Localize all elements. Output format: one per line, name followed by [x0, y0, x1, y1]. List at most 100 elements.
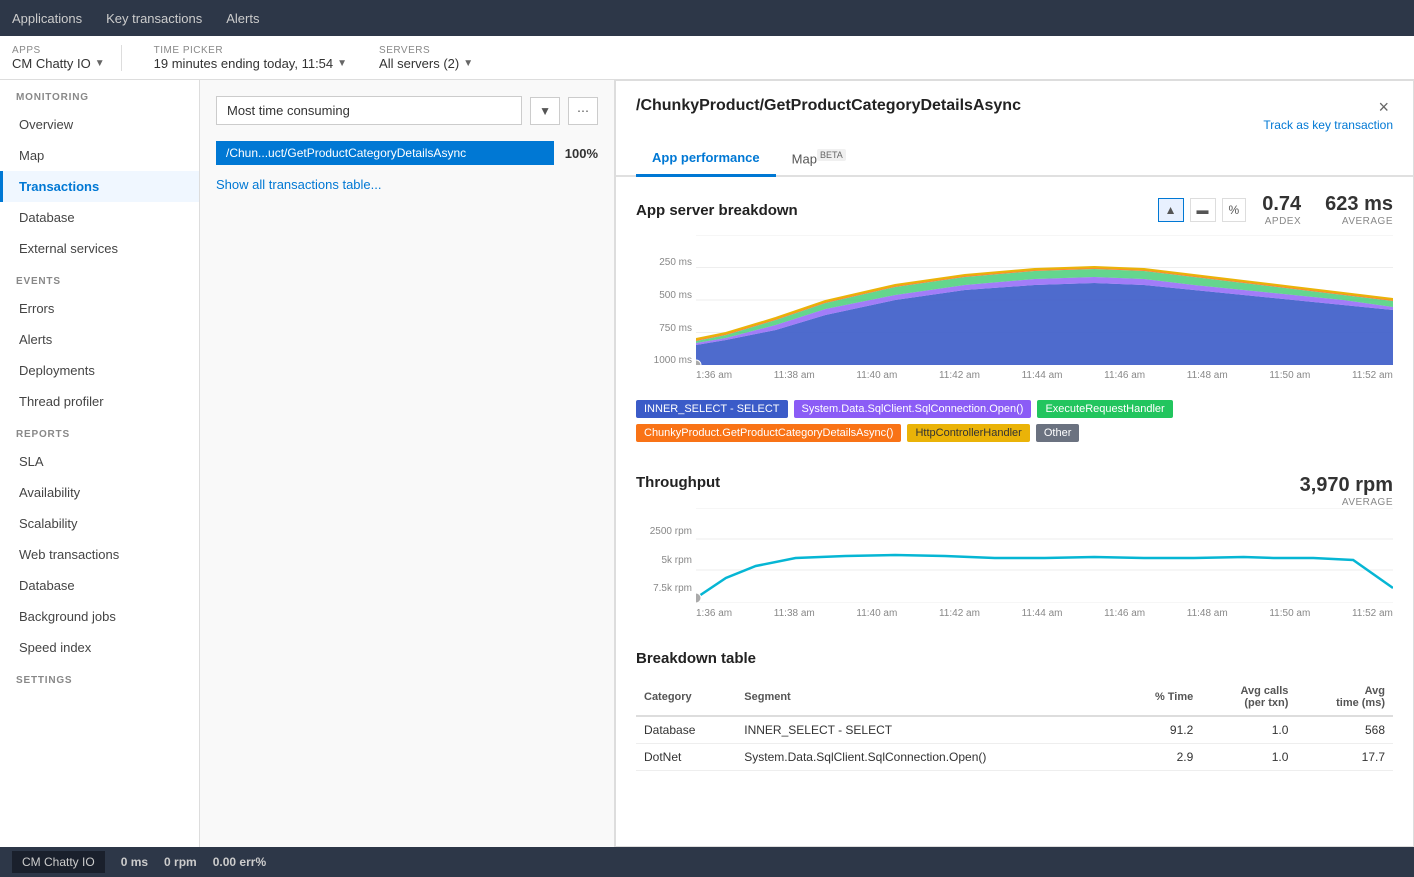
- sidebar-item-sla[interactable]: SLA: [0, 446, 199, 477]
- col-avg-time: Avgtime (ms): [1296, 679, 1393, 716]
- servers-selector[interactable]: SERVERS All servers (2) ▼: [379, 45, 473, 71]
- beta-badge: BETA: [817, 149, 846, 161]
- throughput-title-row: Throughput 3,970 rpm AVERAGE: [636, 474, 1393, 508]
- status-app-name: CM Chatty IO: [12, 851, 105, 873]
- app-server-breakdown-section: App server breakdown ▲ ▬ % 0.74 APDEX: [616, 177, 1413, 458]
- apdex-stat: 0.74 APDEX: [1262, 193, 1301, 227]
- transaction-pct: 100%: [562, 146, 598, 161]
- show-all-transactions-link[interactable]: Show all transactions table...: [216, 177, 381, 192]
- chart-controls: ▲ ▬ %: [1158, 198, 1247, 222]
- throughput-stat: 3,970 rpm AVERAGE: [1300, 474, 1393, 508]
- detail-header: /ChunkyProduct/GetProductCategoryDetails…: [616, 81, 1413, 132]
- sub-header: APPS CM Chatty IO ▼ TIME PICKER 19 minut…: [0, 36, 1414, 80]
- content-area: Most time consuming ▼ ⋯ /Chun...uct/GetP…: [200, 80, 1414, 847]
- apps-value[interactable]: CM Chatty IO ▼: [12, 56, 105, 71]
- col-pct-time: % Time: [1120, 679, 1201, 716]
- main-layout: MONITORING Overview Map Transactions Dat…: [0, 80, 1414, 847]
- sidebar-item-external-services[interactable]: External services: [0, 233, 199, 264]
- legend-http-controller[interactable]: HttpControllerHandler: [907, 424, 1029, 442]
- sidebar: MONITORING Overview Map Transactions Dat…: [0, 80, 200, 847]
- cell-segment: INNER_SELECT - SELECT: [736, 716, 1120, 744]
- sidebar-item-deployments[interactable]: Deployments: [0, 355, 199, 386]
- servers-arrow-icon: ▼: [463, 58, 473, 69]
- breakdown-table-section: Breakdown table Category Segment % Time …: [616, 634, 1413, 787]
- apps-selector[interactable]: APPS CM Chatty IO ▼: [12, 45, 122, 71]
- reports-section-label: REPORTS: [0, 417, 199, 446]
- throughput-chart: 7.5k rpm 5k rpm 2500 rpm: [636, 508, 1393, 618]
- breakdown-title: App server breakdown: [636, 202, 798, 219]
- tab-map[interactable]: MapBETA: [776, 142, 862, 177]
- timepicker-label: TIME PICKER: [154, 45, 347, 56]
- table-row: DotNet System.Data.SqlClient.SqlConnecti…: [636, 744, 1393, 771]
- sidebar-item-errors[interactable]: Errors: [0, 293, 199, 324]
- filter-select[interactable]: Most time consuming: [216, 96, 522, 125]
- cell-time: 568: [1296, 716, 1393, 744]
- throughput-section: Throughput 3,970 rpm AVERAGE 7.5k rpm 5k…: [616, 458, 1413, 634]
- throughput-chart-svg: 1:36 am 11:38 am 11:40 am 11:42 am 11:44…: [696, 508, 1393, 618]
- track-as-key-transaction-link[interactable]: Track as key transaction: [1263, 118, 1393, 132]
- sidebar-item-speed-index[interactable]: Speed index: [0, 632, 199, 663]
- cell-time: 17.7: [1296, 744, 1393, 771]
- chart-bar-btn[interactable]: ▬: [1190, 198, 1216, 222]
- detail-title: /ChunkyProduct/GetProductCategoryDetails…: [636, 97, 1021, 115]
- transaction-list-panel: Most time consuming ▼ ⋯ /Chun...uct/GetP…: [200, 80, 615, 847]
- sidebar-item-web-transactions[interactable]: Web transactions: [0, 539, 199, 570]
- status-metric-rpm: 0 rpm: [164, 855, 197, 869]
- status-bar: CM Chatty IO 0 ms 0 rpm 0.00 err%: [0, 847, 1414, 877]
- apps-arrow-icon: ▼: [95, 58, 105, 69]
- apps-label: APPS: [12, 45, 105, 56]
- legend-inner-select[interactable]: INNER_SELECT - SELECT: [636, 400, 788, 418]
- timepicker-selector[interactable]: TIME PICKER 19 minutes ending today, 11:…: [154, 45, 347, 71]
- detail-tabs: App performance MapBETA: [616, 142, 1413, 177]
- transaction-item[interactable]: /Chun...uct/GetProductCategoryDetailsAsy…: [216, 141, 598, 165]
- sidebar-item-scalability[interactable]: Scalability: [0, 508, 199, 539]
- breakdown-stats: 0.74 APDEX 623 ms AVERAGE: [1262, 193, 1393, 227]
- servers-label: SERVERS: [379, 45, 473, 56]
- nav-key-transactions[interactable]: Key transactions: [106, 7, 202, 30]
- avg-stat: 623 ms AVERAGE: [1325, 193, 1393, 227]
- timepicker-value[interactable]: 19 minutes ending today, 11:54 ▼: [154, 56, 347, 71]
- throughput-title: Throughput: [636, 474, 720, 491]
- filter-chevron-btn[interactable]: ▼: [530, 97, 560, 125]
- sidebar-item-overview[interactable]: Overview: [0, 109, 199, 140]
- sidebar-item-background-jobs[interactable]: Background jobs: [0, 601, 199, 632]
- sidebar-item-database-report[interactable]: Database: [0, 570, 199, 601]
- close-button[interactable]: ×: [1374, 97, 1393, 118]
- breakdown-chart: 1000 ms 750 ms 500 ms 250 ms: [636, 235, 1393, 390]
- monitoring-section-label: MONITORING: [0, 80, 199, 109]
- filter-options-btn[interactable]: ⋯: [568, 97, 598, 125]
- settings-section-label: SETTINGS: [0, 663, 199, 692]
- breakdown-title-row: App server breakdown ▲ ▬ % 0.74 APDEX: [636, 193, 1393, 227]
- table-header-row: Category Segment % Time Avg calls(per tx…: [636, 679, 1393, 716]
- legend-chunky-product[interactable]: ChunkyProduct.GetProductCategoryDetailsA…: [636, 424, 901, 442]
- detail-panel: /ChunkyProduct/GetProductCategoryDetails…: [615, 80, 1414, 847]
- cell-category: Database: [636, 716, 736, 744]
- servers-value[interactable]: All servers (2) ▼: [379, 56, 473, 71]
- col-avg-calls: Avg calls(per txn): [1201, 679, 1296, 716]
- legend-other[interactable]: Other: [1036, 424, 1080, 442]
- sidebar-item-thread-profiler[interactable]: Thread profiler: [0, 386, 199, 417]
- sidebar-item-availability[interactable]: Availability: [0, 477, 199, 508]
- breakdown-y-axis: 1000 ms 750 ms 500 ms 250 ms: [636, 235, 696, 366]
- throughput-y-axis: 7.5k rpm 5k rpm 2500 rpm: [636, 508, 696, 594]
- sidebar-item-alerts[interactable]: Alerts: [0, 324, 199, 355]
- breakdown-chart-svg: 1:36 am 11:38 am 11:40 am 11:42 am 11:44…: [696, 235, 1393, 390]
- nav-alerts[interactable]: Alerts: [226, 7, 259, 30]
- tab-app-performance[interactable]: App performance: [636, 142, 776, 177]
- legend-execute-request[interactable]: ExecuteRequestHandler: [1037, 400, 1172, 418]
- events-section-label: EVENTS: [0, 264, 199, 293]
- cell-calls: 1.0: [1201, 744, 1296, 771]
- sidebar-item-map[interactable]: Map: [0, 140, 199, 171]
- nav-applications[interactable]: Applications: [12, 7, 82, 30]
- status-metric-err: 0.00 err%: [213, 855, 266, 869]
- timepicker-arrow-icon: ▼: [337, 58, 347, 69]
- table-row: Database INNER_SELECT - SELECT 91.2 1.0 …: [636, 716, 1393, 744]
- sidebar-item-database[interactable]: Database: [0, 202, 199, 233]
- breakdown-table-title: Breakdown table: [636, 650, 1393, 667]
- chart-area-btn[interactable]: ▲: [1158, 198, 1184, 222]
- sidebar-item-transactions[interactable]: Transactions: [0, 171, 199, 202]
- chart-pct-btn[interactable]: %: [1222, 198, 1247, 222]
- transaction-bar[interactable]: /Chun...uct/GetProductCategoryDetailsAsy…: [216, 141, 554, 165]
- legend-sqlconnection[interactable]: System.Data.SqlClient.SqlConnection.Open…: [794, 400, 1032, 418]
- top-nav: Applications Key transactions Alerts: [0, 0, 1414, 36]
